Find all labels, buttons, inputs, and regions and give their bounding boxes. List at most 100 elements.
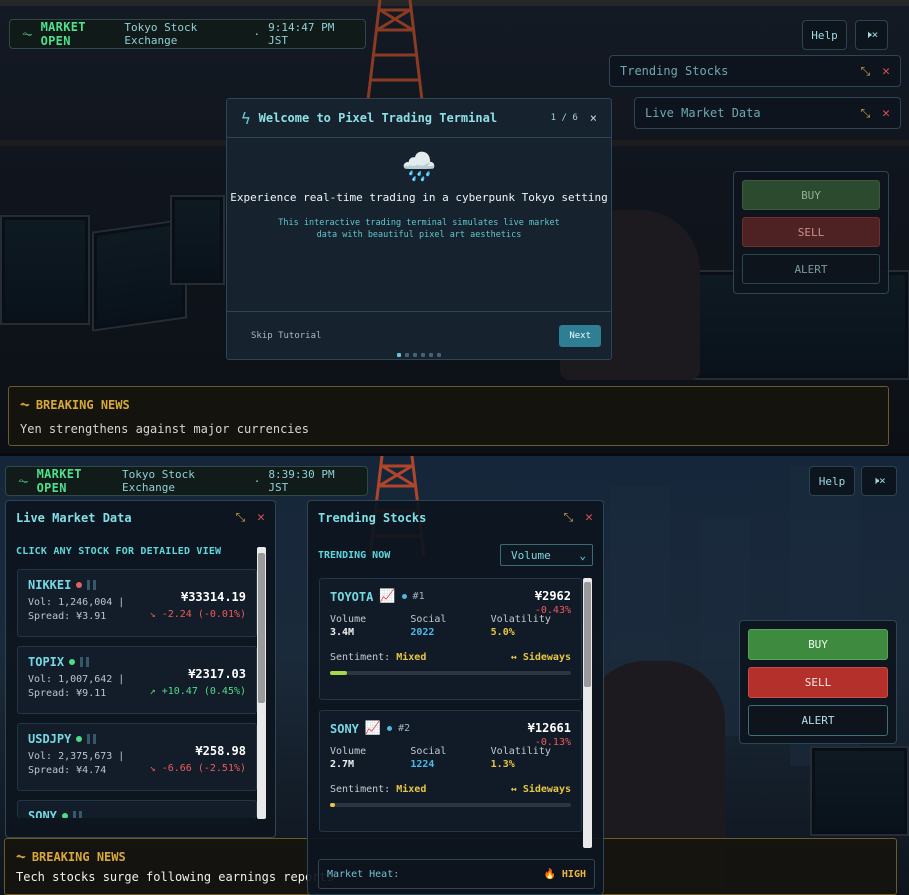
market-status: ⏦ MARKET OPEN Tokyo Stock Exchange · 9:1… bbox=[9, 19, 366, 49]
sentiment-value: Mixed bbox=[396, 652, 427, 663]
social-label: Social bbox=[410, 746, 447, 757]
mute-button[interactable]: 🕨× bbox=[861, 466, 897, 496]
news-heading: BREAKING NEWS bbox=[35, 397, 130, 412]
close-icon[interactable]: ✕ bbox=[882, 106, 890, 121]
volume-value: 3.4M bbox=[330, 627, 355, 638]
activity-icon: ⏦ bbox=[16, 849, 26, 863]
market-status: ⏦ MARKET OPEN Tokyo Stock Exchange · 8:3… bbox=[5, 466, 368, 496]
progress-dot[interactable] bbox=[437, 353, 441, 357]
scrollbar[interactable] bbox=[583, 578, 592, 848]
progress-dot[interactable] bbox=[397, 353, 401, 357]
market-time: 8:39:30 PM JST bbox=[268, 468, 335, 494]
chevron-down-icon: ⌄ bbox=[579, 548, 586, 562]
close-icon[interactable]: ✕ bbox=[882, 64, 890, 79]
breaking-news: ⏦ BREAKING NEWS Yen strengthens against m… bbox=[8, 386, 889, 446]
stock-row-usdjpy[interactable]: USDJPY Vol: 2,375,673 | Spread: ¥4.74 ¥25… bbox=[17, 723, 257, 791]
scrollbar[interactable] bbox=[257, 547, 266, 819]
sentiment-bar-fill bbox=[330, 803, 335, 807]
minimize-icon[interactable]: ⤡ bbox=[236, 510, 246, 525]
stock-row-nikkei[interactable]: NIKKEI Vol: 1,246,004 | Spread: ¥3.91 ¥33… bbox=[17, 569, 257, 637]
trade-panel: BUY SELL ALERT bbox=[739, 620, 897, 744]
activity-icon: ⏦ bbox=[22, 26, 33, 42]
progress-dot[interactable] bbox=[429, 353, 433, 357]
mute-button[interactable]: 🕨× bbox=[855, 20, 888, 50]
progress-dot[interactable] bbox=[405, 353, 409, 357]
skip-tutorial-button[interactable]: Skip Tutorial bbox=[251, 331, 321, 341]
bars-icon bbox=[72, 811, 82, 818]
progress-dot[interactable] bbox=[413, 353, 417, 357]
trending-stocks-window: Trending Stocks ⤡ ✕ TRENDING NOW Volume … bbox=[307, 500, 604, 895]
volume-label: Volume bbox=[330, 614, 367, 625]
stock-row-topix[interactable]: TOPIX Vol: 1,007,642 | Spread: ¥9.11 ¥231… bbox=[17, 646, 257, 714]
minimize-icon[interactable]: ⤡ bbox=[564, 510, 574, 525]
market-heat: Market Heat: 🔥 HIGH bbox=[318, 859, 595, 889]
trending-card-sony[interactable]: SONY 📈 #2 ¥12661 -0.13% Volume 2.7M Socia… bbox=[319, 710, 582, 832]
market-heat-value: 🔥 HIGH bbox=[543, 868, 586, 880]
tutorial-step: 1 / 6 bbox=[550, 113, 578, 123]
window-title: Trending Stocks bbox=[318, 510, 427, 525]
volume-label: Volume bbox=[330, 746, 367, 757]
rank: #2 bbox=[398, 723, 411, 734]
stock-price: ¥12661 bbox=[527, 721, 571, 735]
buy-button[interactable]: BUY bbox=[742, 180, 880, 210]
market-heat-label: Market Heat: bbox=[327, 868, 400, 880]
alert-button[interactable]: ALERT bbox=[742, 254, 880, 284]
stock-price: ¥33314.19 bbox=[180, 590, 246, 604]
status-dot bbox=[61, 813, 68, 818]
status-dot bbox=[387, 726, 393, 731]
stock-row-sony[interactable]: SONY bbox=[17, 800, 257, 818]
stock-change: ↘ -6.66 (-2.51%) bbox=[149, 763, 246, 774]
sentiment-bar bbox=[330, 803, 571, 807]
sell-button[interactable]: SELL bbox=[748, 667, 888, 698]
stock-symbol: TOPIX bbox=[28, 655, 65, 669]
trending-stocks-minimized[interactable]: Trending Stocks ⤡ ✕ bbox=[609, 55, 901, 87]
separator: · bbox=[253, 474, 261, 488]
separator: · bbox=[253, 27, 261, 41]
status-dot bbox=[76, 582, 83, 588]
sell-button[interactable]: SELL bbox=[742, 217, 880, 247]
bars-icon bbox=[80, 657, 90, 667]
close-icon[interactable]: ✕ bbox=[257, 510, 265, 525]
tutorial-progress-dots bbox=[226, 353, 612, 357]
expand-icon[interactable]: ⤡ bbox=[861, 64, 871, 79]
live-market-data-minimized[interactable]: Live Market Data ⤡ ✕ bbox=[634, 97, 901, 129]
sentiment-value: Mixed bbox=[396, 784, 427, 795]
close-icon[interactable]: × bbox=[590, 111, 597, 125]
tutorial-description: This interactive trading terminal simula… bbox=[278, 218, 560, 240]
stock-symbol: SONY bbox=[330, 721, 359, 736]
window-title: Live Market Data bbox=[645, 106, 761, 120]
sentiment-label: Sentiment: bbox=[330, 784, 391, 795]
stock-symbol: USDJPY bbox=[28, 732, 72, 746]
volume-value: 2.7M bbox=[330, 759, 355, 770]
help-button[interactable]: Help bbox=[802, 20, 847, 50]
expand-icon[interactable]: ⤡ bbox=[861, 106, 871, 121]
rain-cloud-icon: 🌧️ bbox=[401, 150, 437, 183]
scrollbar-thumb[interactable] bbox=[584, 582, 591, 687]
bars-icon bbox=[87, 734, 97, 744]
stock-price: ¥2962 bbox=[534, 589, 571, 603]
help-button[interactable]: Help bbox=[809, 466, 855, 496]
chart-icon: 📈 bbox=[364, 721, 382, 736]
buy-button[interactable]: BUY bbox=[748, 629, 888, 660]
status-dot bbox=[76, 736, 83, 742]
news-text: Yen strengthens against major currencies bbox=[20, 422, 309, 436]
tutorial-title: Welcome to Pixel Trading Terminal bbox=[258, 111, 498, 125]
stock-symbol: NIKKEI bbox=[28, 578, 72, 592]
stock-change: -0.43% bbox=[534, 605, 571, 616]
trend-value: ↔ Sideways bbox=[510, 784, 571, 795]
trending-card-toyota[interactable]: TOYOTA 📈 #1 ¥2962 -0.43% Volume 3.4M Soci… bbox=[319, 578, 582, 700]
alert-button[interactable]: ALERT bbox=[748, 705, 888, 736]
volatility-value: 1.3% bbox=[490, 759, 515, 770]
chart-icon: 📈 bbox=[379, 589, 396, 604]
stock-change: ↗ +10.47 (0.45%) bbox=[149, 686, 246, 697]
sort-select[interactable]: Volume ⌄ bbox=[500, 544, 593, 566]
close-icon[interactable]: ✕ bbox=[585, 510, 593, 525]
exchange-name: Tokyo Stock Exchange bbox=[121, 468, 195, 494]
market-status-label: MARKET OPEN bbox=[36, 467, 82, 495]
progress-dot[interactable] bbox=[421, 353, 425, 357]
sentiment-bar-fill bbox=[330, 671, 347, 675]
tutorial-modal: ϟ Welcome to Pixel Trading Terminal 1 / … bbox=[226, 98, 612, 360]
trade-panel: BUY SELL ALERT bbox=[733, 171, 889, 294]
scrollbar-thumb[interactable] bbox=[258, 553, 265, 703]
next-button[interactable]: Next bbox=[559, 324, 601, 347]
